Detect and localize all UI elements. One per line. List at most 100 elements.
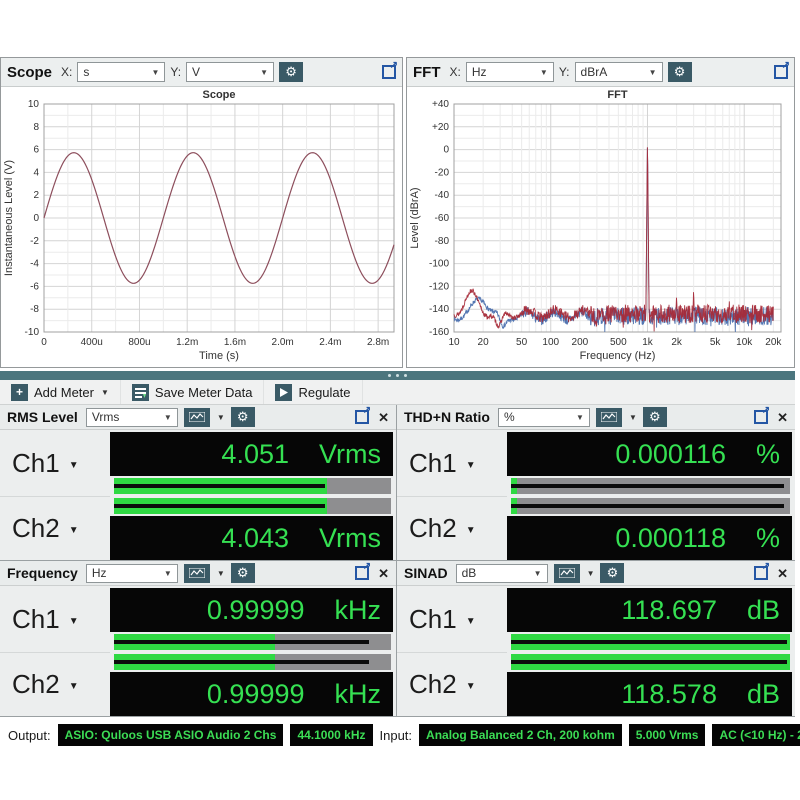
sinad-ch2-bar-meter — [511, 654, 790, 670]
chevron-down-icon: ▼ — [576, 412, 584, 422]
frequency-expand-icon[interactable] — [355, 561, 371, 580]
regulate-button[interactable]: Regulate — [264, 380, 363, 404]
sinad-ch1-selector[interactable]: Ch1 ▼ — [397, 588, 507, 652]
rms-expand-icon[interactable] — [355, 405, 371, 424]
sinad-graph-view-button[interactable] — [553, 563, 580, 583]
chevron-down-icon: ▼ — [465, 460, 476, 472]
input-config-chip[interactable]: Analog Balanced 2 Ch, 200 kohm — [419, 724, 622, 746]
frequency-ch2-selector[interactable]: Ch2 ▼ — [0, 651, 110, 717]
chevron-down-icon: ▼ — [465, 680, 476, 692]
sinad-expand-icon[interactable] — [754, 561, 770, 580]
fft-x-unit-dropdown[interactable]: Hz ▼ — [465, 62, 554, 82]
svg-text:1k: 1k — [642, 337, 654, 348]
fft-settings-button[interactable]: ⚙ — [667, 62, 692, 82]
svg-text:2.4m: 2.4m — [319, 337, 341, 348]
output-label: Output: — [8, 727, 51, 743]
scope-panel-header: Scope X: s ▼ Y: V ▼ ⚙ — [1, 58, 402, 87]
svg-text:-20: -20 — [435, 167, 450, 178]
sinad-unit-dropdown[interactable]: dB ▼ — [455, 563, 548, 583]
frequency-graph-view-button[interactable] — [183, 563, 210, 583]
svg-text:-4: -4 — [30, 259, 39, 270]
svg-text:+20: +20 — [432, 122, 449, 133]
thdn-graph-view-button[interactable] — [595, 407, 622, 427]
chevron-down-icon: ▼ — [163, 568, 172, 578]
play-icon — [275, 383, 293, 401]
thdn-close-icon[interactable]: ✕ — [777, 411, 788, 424]
chevron-down-icon[interactable]: ▼ — [217, 569, 225, 578]
chevron-down-icon: ▼ — [68, 680, 79, 692]
chevron-down-icon[interactable]: ▼ — [629, 413, 637, 422]
meter-toolbar: + Add Meter ▼ Save Meter Data Regulate — [0, 380, 795, 405]
sample-rate-chip[interactable]: 44.1000 kHz — [290, 724, 373, 746]
svg-text:FFT: FFT — [607, 89, 627, 101]
svg-text:50: 50 — [516, 337, 528, 348]
fft-expand-icon[interactable] — [774, 60, 790, 79]
rms-unit-dropdown[interactable]: Vrms ▼ — [85, 407, 178, 427]
fft-chart: +40 +20 0 -20 -40 -60 -80 -100 -120 -140 -16010 20 5… — [409, 89, 782, 362]
chevron-down-icon[interactable]: ▼ — [217, 413, 225, 422]
sinad-ch1-readout: 118.697 dB — [507, 588, 792, 632]
gear-icon: ⚙ — [236, 565, 249, 580]
frequency-close-icon[interactable]: ✕ — [378, 567, 389, 580]
thdn-expand-icon[interactable] — [754, 405, 770, 424]
svg-text:6: 6 — [33, 145, 39, 156]
svg-text:0: 0 — [443, 145, 449, 156]
sinad-header: SINAD dB ▼ ▼ ⚙ ↗ ✕ — [397, 561, 795, 586]
thdn-ch1-selector[interactable]: Ch1 ▼ — [397, 432, 507, 496]
svg-text:4: 4 — [33, 167, 39, 178]
input-coupling-chip[interactable]: AC (<10 Hz) - 20 kHz — [712, 724, 800, 746]
frequency-unit-dropdown[interactable]: Hz ▼ — [85, 563, 178, 583]
frequency-settings-button[interactable]: ⚙ — [230, 563, 255, 583]
frequency-ch1-readout: 0.99999 kHz — [110, 588, 393, 632]
rms-level-meter-panel: RMS Level Vrms ▼ ▼ ⚙ ↗ ✕ Ch1 ▼ Ch2 ▼ 4.0… — [0, 405, 396, 560]
scope-settings-button[interactable]: ⚙ — [279, 62, 304, 82]
rms-ch1-selector[interactable]: Ch1 ▼ — [0, 432, 110, 496]
rms-close-icon[interactable]: ✕ — [378, 411, 389, 424]
chevron-down-icon[interactable]: ▼ — [587, 569, 595, 578]
svg-text:2k: 2k — [671, 337, 683, 348]
fft-panel-title: FFT — [413, 63, 441, 81]
svg-text:-2: -2 — [30, 236, 39, 247]
input-range-chip[interactable]: 5.000 Vrms — [628, 724, 706, 746]
thdn-title: THD+N Ratio — [404, 409, 490, 425]
rms-ch2-bar-meter — [114, 498, 391, 514]
sinad-close-icon[interactable]: ✕ — [777, 567, 788, 580]
svg-text:2.0m: 2.0m — [272, 337, 294, 348]
scope-x-unit-dropdown[interactable]: s ▼ — [77, 62, 166, 82]
svg-text:-10: -10 — [25, 327, 40, 338]
scope-expand-icon[interactable] — [382, 60, 398, 79]
frequency-meter-panel: Frequency Hz ▼ ▼ ⚙ ↗ ✕ Ch1 ▼ Ch2 ▼ 0.999… — [0, 561, 396, 716]
splitter-grip-dot — [396, 374, 399, 377]
gear-icon: ⚙ — [649, 409, 661, 424]
horizontal-splitter[interactable] — [0, 371, 795, 380]
chevron-down-icon: ▼ — [68, 524, 79, 536]
svg-text:-80: -80 — [435, 236, 450, 247]
thdn-unit-dropdown[interactable]: % ▼ — [497, 407, 590, 427]
frequency-ch2-readout: 0.99999 kHz — [110, 672, 393, 716]
gear-icon: ⚙ — [673, 64, 686, 79]
thdn-ch2-selector[interactable]: Ch2 ▼ — [397, 495, 507, 561]
thdn-settings-button[interactable]: ⚙ — [642, 407, 667, 427]
rms-settings-button[interactable]: ⚙ — [230, 407, 255, 427]
rms-graph-view-button[interactable] — [183, 407, 210, 427]
rms-ch2-selector[interactable]: Ch2 ▼ — [0, 495, 110, 561]
sinad-settings-button[interactable]: ⚙ — [600, 563, 625, 583]
scope-panel-title: Scope — [7, 63, 53, 81]
scope-y-unit-dropdown[interactable]: V ▼ — [186, 62, 275, 82]
svg-text:20k: 20k — [765, 337, 782, 348]
sinad-ch2-readout: 118.578 dB — [507, 672, 792, 716]
add-meter-button[interactable]: + Add Meter ▼ — [0, 380, 121, 404]
chevron-down-icon: ▼ — [260, 67, 269, 77]
frequency-ch1-selector[interactable]: Ch1 ▼ — [0, 588, 110, 652]
svg-text:20: 20 — [478, 337, 490, 348]
chevron-down-icon: ▼ — [533, 568, 542, 578]
sinad-ch2-selector[interactable]: Ch2 ▼ — [397, 651, 507, 717]
svg-text:Frequency (Hz): Frequency (Hz) — [580, 350, 656, 362]
chevron-down-icon: ▼ — [151, 67, 160, 77]
output-device-chip[interactable]: ASIO: Quloos USB ASIO Audio 2 Chs — [57, 724, 284, 746]
scope-panel: Scope X: s ▼ Y: V ▼ ⚙ ↗ -10 -8 -6 -4 -2 … — [0, 57, 403, 368]
save-meter-data-button[interactable]: Save Meter Data — [121, 380, 265, 404]
fft-y-unit-dropdown[interactable]: dBrA ▼ — [574, 62, 663, 82]
rms-ch2-readout: 4.043 Vrms — [110, 516, 393, 560]
rms-meter-body: Ch1 ▼ Ch2 ▼ 4.051 Vrms 4.043 Vrms — [0, 430, 396, 560]
